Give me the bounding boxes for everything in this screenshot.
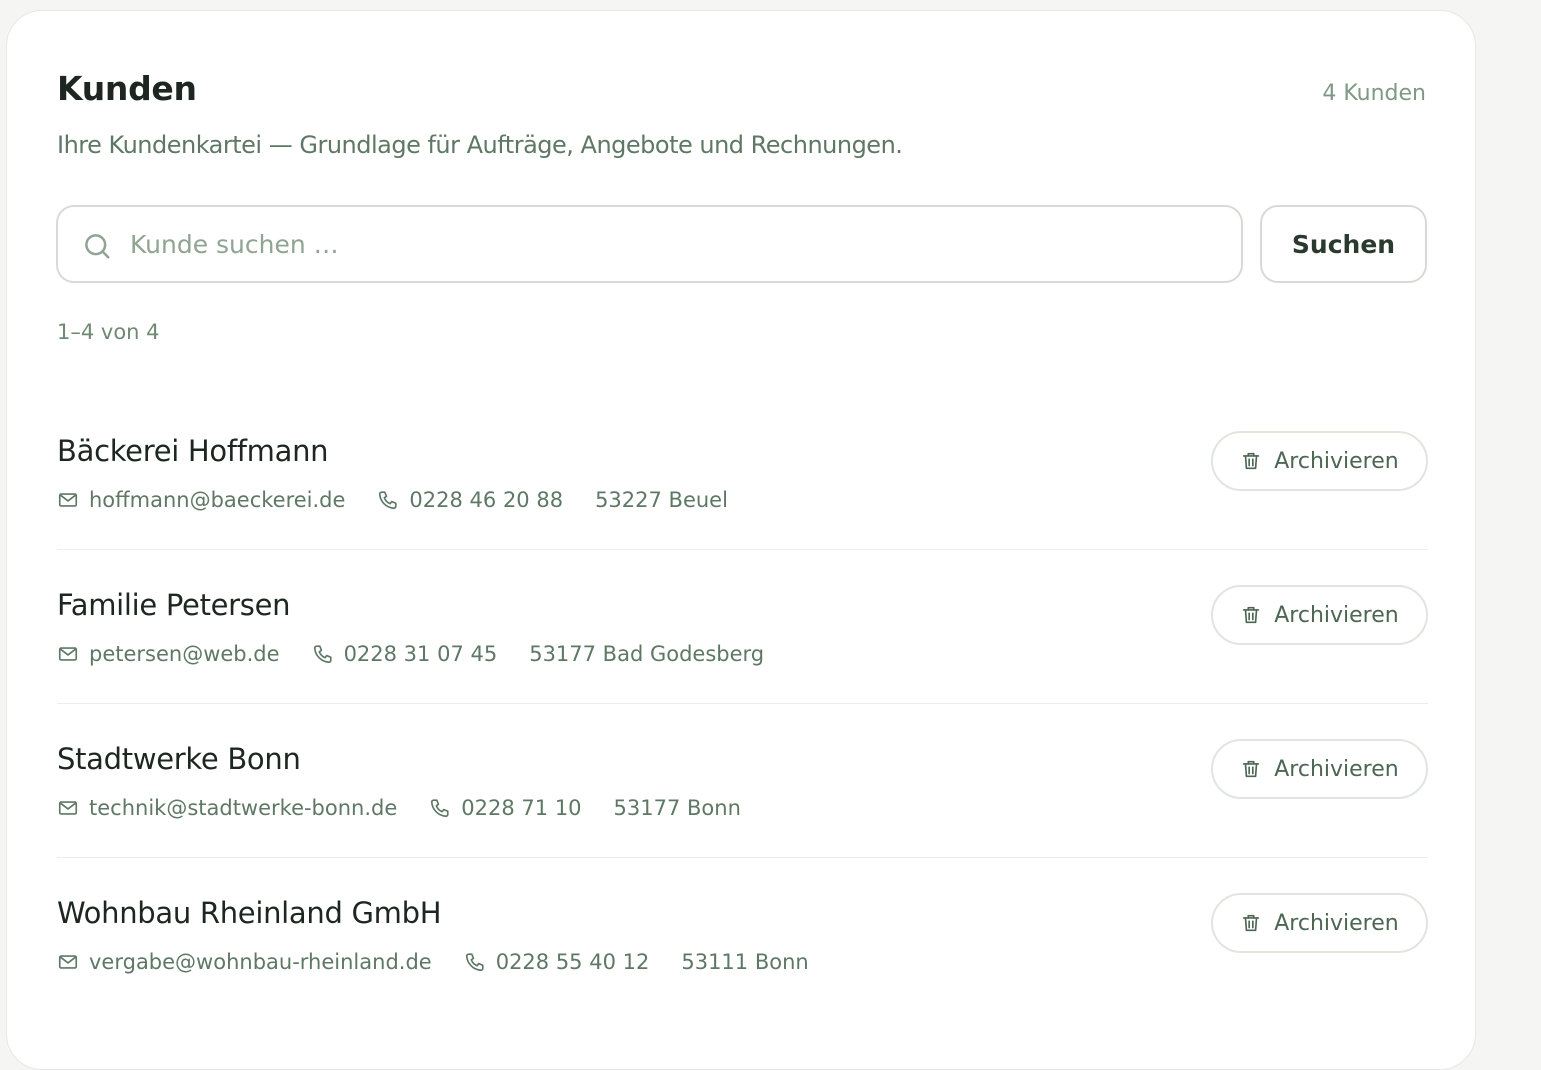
archive-button-label: Archivieren bbox=[1274, 448, 1399, 474]
customer-meta: petersen@web.de 0228 31 07 45 53177 Bad … bbox=[57, 642, 764, 666]
customer-meta: hoffmann@baeckerei.de 0228 46 20 88 5322… bbox=[57, 488, 728, 512]
mail-icon bbox=[58, 801, 78, 815]
customer-phone: 0228 55 40 12 bbox=[464, 950, 650, 974]
phone-icon bbox=[431, 799, 449, 818]
customer-phone: 0228 71 10 bbox=[429, 796, 582, 820]
customer-email: hoffmann@baeckerei.de bbox=[57, 488, 345, 512]
customer-row[interactable]: Wohnbau Rheinland GmbH vergabe@wohnbau-r… bbox=[57, 858, 1428, 1012]
customer-email: technik@stadtwerke-bonn.de bbox=[57, 796, 397, 820]
customer-name[interactable]: Familie Petersen bbox=[57, 588, 291, 622]
customer-phone-text: 0228 55 40 12 bbox=[495, 950, 650, 974]
customer-phone: 0228 31 07 45 bbox=[312, 642, 498, 666]
customer-phone-text: 0228 71 10 bbox=[461, 796, 582, 820]
search-box bbox=[56, 205, 1243, 283]
archive-button-label: Archivieren bbox=[1274, 602, 1399, 628]
customers-card: Kunden 4 Kunden Ihre Kundenkartei — Grun… bbox=[6, 10, 1476, 1070]
customer-email-text: hoffmann@baeckerei.de bbox=[89, 488, 346, 512]
archive-button-label: Archivieren bbox=[1274, 910, 1399, 936]
phone-icon bbox=[465, 953, 484, 972]
search-icon bbox=[85, 234, 110, 259]
customer-location: 53177 Bonn bbox=[613, 796, 741, 820]
search-button[interactable]: Suchen bbox=[1260, 205, 1427, 283]
customer-name[interactable]: Bäckerei Hoffmann bbox=[57, 434, 329, 468]
search-input[interactable] bbox=[130, 221, 1210, 267]
archive-button[interactable]: Archivieren bbox=[1211, 739, 1428, 799]
customer-email-text: vergabe@wohnbau-rheinland.de bbox=[89, 950, 432, 974]
customer-row[interactable]: Familie Petersen petersen@web.de 0228 31… bbox=[57, 550, 1428, 704]
customer-email-text: petersen@web.de bbox=[89, 642, 280, 666]
customer-location: 53111 Bonn bbox=[681, 950, 809, 974]
archive-button[interactable]: Archivieren bbox=[1211, 585, 1428, 645]
trash-icon bbox=[1243, 914, 1260, 932]
customer-meta: technik@stadtwerke-bonn.de 0228 71 10 53… bbox=[57, 796, 741, 820]
archive-button[interactable]: Archivieren bbox=[1211, 431, 1428, 491]
customer-name[interactable]: Stadtwerke Bonn bbox=[57, 742, 301, 776]
trash-icon bbox=[1243, 760, 1260, 778]
trash-icon bbox=[1243, 452, 1260, 470]
customer-name[interactable]: Wohnbau Rheinland GmbH bbox=[57, 896, 442, 930]
customer-location: 53227 Beuel bbox=[595, 488, 728, 512]
customer-email: petersen@web.de bbox=[57, 642, 280, 666]
archive-button[interactable]: Archivieren bbox=[1211, 893, 1428, 953]
customer-count: 4 Kunden bbox=[1322, 81, 1426, 106]
customer-email: vergabe@wohnbau-rheinland.de bbox=[57, 950, 432, 974]
customer-list: Bäckerei Hoffmann hoffmann@baeckerei.de … bbox=[57, 396, 1428, 1012]
customer-meta: vergabe@wohnbau-rheinland.de 0228 55 40 … bbox=[57, 950, 809, 974]
customer-row[interactable]: Bäckerei Hoffmann hoffmann@baeckerei.de … bbox=[57, 396, 1428, 550]
customer-location: 53177 Bad Godesberg bbox=[529, 642, 765, 666]
mail-icon bbox=[58, 955, 78, 969]
customer-row[interactable]: Stadtwerke Bonn technik@stadtwerke-bonn.… bbox=[57, 704, 1428, 858]
page-title: Kunden bbox=[57, 69, 197, 108]
mail-icon bbox=[58, 647, 78, 661]
customer-phone-text: 0228 46 20 88 bbox=[409, 488, 564, 512]
page-subtitle: Ihre Kundenkartei — Grundlage für Aufträ… bbox=[57, 131, 903, 159]
mail-icon bbox=[58, 493, 78, 507]
customer-phone-text: 0228 31 07 45 bbox=[343, 642, 498, 666]
pagination-range: 1–4 von 4 bbox=[57, 320, 160, 344]
archive-button-label: Archivieren bbox=[1274, 756, 1399, 782]
trash-icon bbox=[1243, 606, 1260, 624]
customer-email-text: technik@stadtwerke-bonn.de bbox=[89, 796, 398, 820]
phone-icon bbox=[313, 645, 332, 664]
phone-icon bbox=[379, 491, 398, 510]
customer-phone: 0228 46 20 88 bbox=[377, 488, 563, 512]
